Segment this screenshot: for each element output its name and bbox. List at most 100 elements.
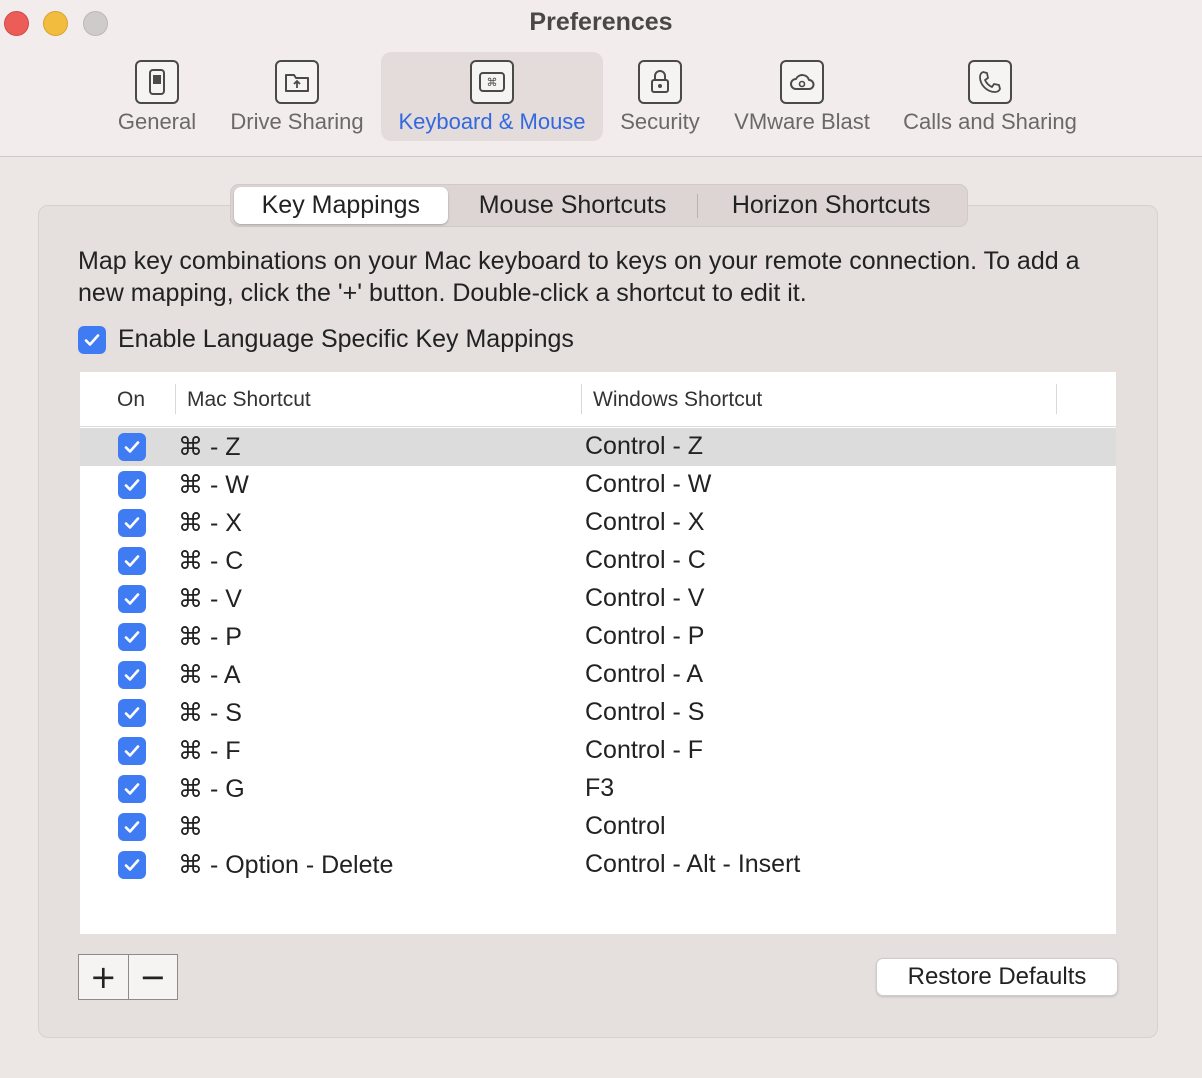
remove-mapping-button[interactable]: −	[128, 955, 177, 999]
mac-shortcut-cell[interactable]: ⌘ - P	[178, 622, 242, 652]
windows-shortcut-cell[interactable]: Control - Z	[585, 432, 703, 461]
table-row[interactable]: ⌘ - P Control - P	[80, 618, 1116, 656]
table-row[interactable]: ⌘ - S Control - S	[80, 694, 1116, 732]
table-row[interactable]: ⌘ - W Control - W	[80, 466, 1116, 504]
checkmark-icon	[124, 479, 140, 491]
row-enabled-checkbox[interactable]	[118, 851, 146, 879]
row-enabled-checkbox[interactable]	[118, 775, 146, 803]
header-separator	[175, 384, 176, 414]
row-enabled-checkbox[interactable]	[118, 585, 146, 613]
mac-shortcut-cell[interactable]: ⌘ - C	[178, 546, 243, 576]
mac-shortcut-cell[interactable]: ⌘ - F	[178, 736, 241, 766]
windows-shortcut-cell[interactable]: Control - F	[585, 736, 703, 765]
row-enabled-checkbox[interactable]	[118, 433, 146, 461]
description-text: Map key combinations on your Mac keyboar…	[78, 247, 1080, 307]
toolbar-vmware-blast-label: VMware Blast	[734, 109, 870, 134]
windows-shortcut-cell[interactable]: F3	[585, 774, 614, 803]
toolbar-keyboard-mouse-label: Keyboard & Mouse	[398, 109, 586, 134]
checkmark-icon	[124, 631, 140, 643]
checkmark-icon	[124, 783, 140, 795]
lock-icon	[638, 60, 682, 104]
phone-handset-icon	[968, 60, 1012, 104]
enable-language-row: Enable Language Specific Key Mappings	[78, 325, 574, 354]
mac-shortcut-cell[interactable]: ⌘	[178, 812, 203, 842]
windows-shortcut-cell[interactable]: Control - V	[585, 584, 704, 613]
titlebar: Preferences General Drive Sharing ⌘ Keyb…	[0, 0, 1202, 157]
preferences-window: Preferences General Drive Sharing ⌘ Keyb…	[0, 0, 1202, 1078]
row-enabled-checkbox[interactable]	[118, 661, 146, 689]
checkmark-icon	[124, 441, 140, 453]
checkmark-icon	[84, 333, 100, 346]
table-row[interactable]: ⌘ - G F3	[80, 770, 1116, 808]
windows-shortcut-cell[interactable]: Control - S	[585, 698, 704, 727]
header-separator	[1056, 384, 1057, 414]
checkmark-icon	[124, 517, 140, 529]
table-row[interactable]: ⌘ - A Control - A	[80, 656, 1116, 694]
svg-text:⌘: ⌘	[487, 76, 498, 89]
header-separator	[581, 384, 582, 414]
checkmark-icon	[124, 669, 140, 681]
toolbar-vmware-blast[interactable]: VMware Blast	[724, 52, 880, 141]
enable-language-label: Enable Language Specific Key Mappings	[118, 325, 574, 353]
table-row[interactable]: ⌘ - C Control - C	[80, 542, 1116, 580]
mac-shortcut-cell[interactable]: ⌘ - Option - Delete	[178, 850, 393, 880]
table-row[interactable]: ⌘ - Option - Delete Control - Alt - Inser…	[80, 846, 1116, 884]
windows-shortcut-cell[interactable]: Control - A	[585, 660, 703, 689]
windows-shortcut-cell[interactable]: Control - Alt - Insert	[585, 850, 800, 879]
table-row[interactable]: ⌘ - Z Control - Z	[80, 428, 1116, 466]
key-mappings-table: On Mac Shortcut Windows Shortcut ⌘ - Z Co…	[80, 372, 1116, 934]
row-enabled-checkbox[interactable]	[118, 813, 146, 841]
table-header: On Mac Shortcut Windows Shortcut	[80, 372, 1116, 427]
toolbar-keyboard-mouse[interactable]: ⌘ Keyboard & Mouse	[381, 52, 603, 141]
windows-shortcut-cell[interactable]: Control - X	[585, 508, 704, 537]
table-row[interactable]: ⌘ Control	[80, 808, 1116, 846]
tab-mouse-shortcuts[interactable]: Mouse Shortcuts	[448, 187, 698, 224]
row-enabled-checkbox[interactable]	[118, 471, 146, 499]
row-enabled-checkbox[interactable]	[118, 623, 146, 651]
cloud-gear-icon	[780, 60, 824, 104]
table-row[interactable]: ⌘ - F Control - F	[80, 732, 1116, 770]
mac-shortcut-cell[interactable]: ⌘ - X	[178, 508, 242, 538]
enable-language-checkbox[interactable]	[78, 325, 106, 354]
header-on[interactable]: On	[117, 388, 145, 412]
table-row[interactable]: ⌘ - X Control - X	[80, 504, 1116, 542]
command-key-icon: ⌘	[470, 60, 514, 104]
toolbar-calls-sharing-label: Calls and Sharing	[903, 109, 1077, 134]
row-enabled-checkbox[interactable]	[118, 509, 146, 537]
windows-shortcut-cell[interactable]: Control - W	[585, 470, 711, 499]
checkmark-icon	[124, 821, 140, 833]
windows-shortcut-cell[interactable]: Control	[585, 812, 666, 841]
row-enabled-checkbox[interactable]	[118, 699, 146, 727]
toolbar-calls-sharing[interactable]: Calls and Sharing	[894, 52, 1086, 141]
toolbar-drive-sharing-label: Drive Sharing	[230, 109, 364, 134]
mac-shortcut-cell[interactable]: ⌘ - S	[178, 698, 242, 728]
tab-key-mappings[interactable]: Key Mappings	[234, 187, 448, 224]
mac-shortcut-cell[interactable]: ⌘ - A	[178, 660, 241, 690]
mac-shortcut-cell[interactable]: ⌘ - Z	[178, 432, 241, 462]
table-row[interactable]: ⌘ - V Control - V	[80, 580, 1116, 618]
add-mapping-button[interactable]: +	[79, 955, 128, 999]
toolbar-security-label: Security	[620, 109, 700, 134]
folder-upload-icon	[275, 60, 319, 104]
checkmark-icon	[124, 555, 140, 567]
checkmark-icon	[124, 593, 140, 605]
mac-shortcut-cell[interactable]: ⌘ - W	[178, 470, 249, 500]
header-mac-shortcut[interactable]: Mac Shortcut	[187, 388, 311, 412]
tab-horizon-shortcuts[interactable]: Horizon Shortcuts	[698, 187, 964, 224]
row-enabled-checkbox[interactable]	[118, 547, 146, 575]
row-enabled-checkbox[interactable]	[118, 737, 146, 765]
windows-shortcut-cell[interactable]: Control - P	[585, 622, 704, 651]
toolbar-general[interactable]: General	[110, 52, 204, 141]
windows-shortcut-cell[interactable]: Control - C	[585, 546, 706, 575]
checkmark-icon	[124, 707, 140, 719]
mac-shortcut-cell[interactable]: ⌘ - G	[178, 774, 245, 804]
header-windows-shortcut[interactable]: Windows Shortcut	[593, 388, 762, 412]
mac-shortcut-cell[interactable]: ⌘ - V	[178, 584, 242, 614]
toolbar-security[interactable]: Security	[612, 52, 708, 141]
restore-defaults-button[interactable]: Restore Defaults	[876, 958, 1118, 996]
toolbar-general-label: General	[117, 109, 197, 134]
toolbar-drive-sharing[interactable]: Drive Sharing	[222, 52, 372, 141]
phone-device-icon	[135, 60, 179, 104]
checkmark-icon	[124, 859, 140, 871]
tab-bar: Key Mappings Mouse Shortcuts Horizon Sho…	[230, 184, 968, 227]
